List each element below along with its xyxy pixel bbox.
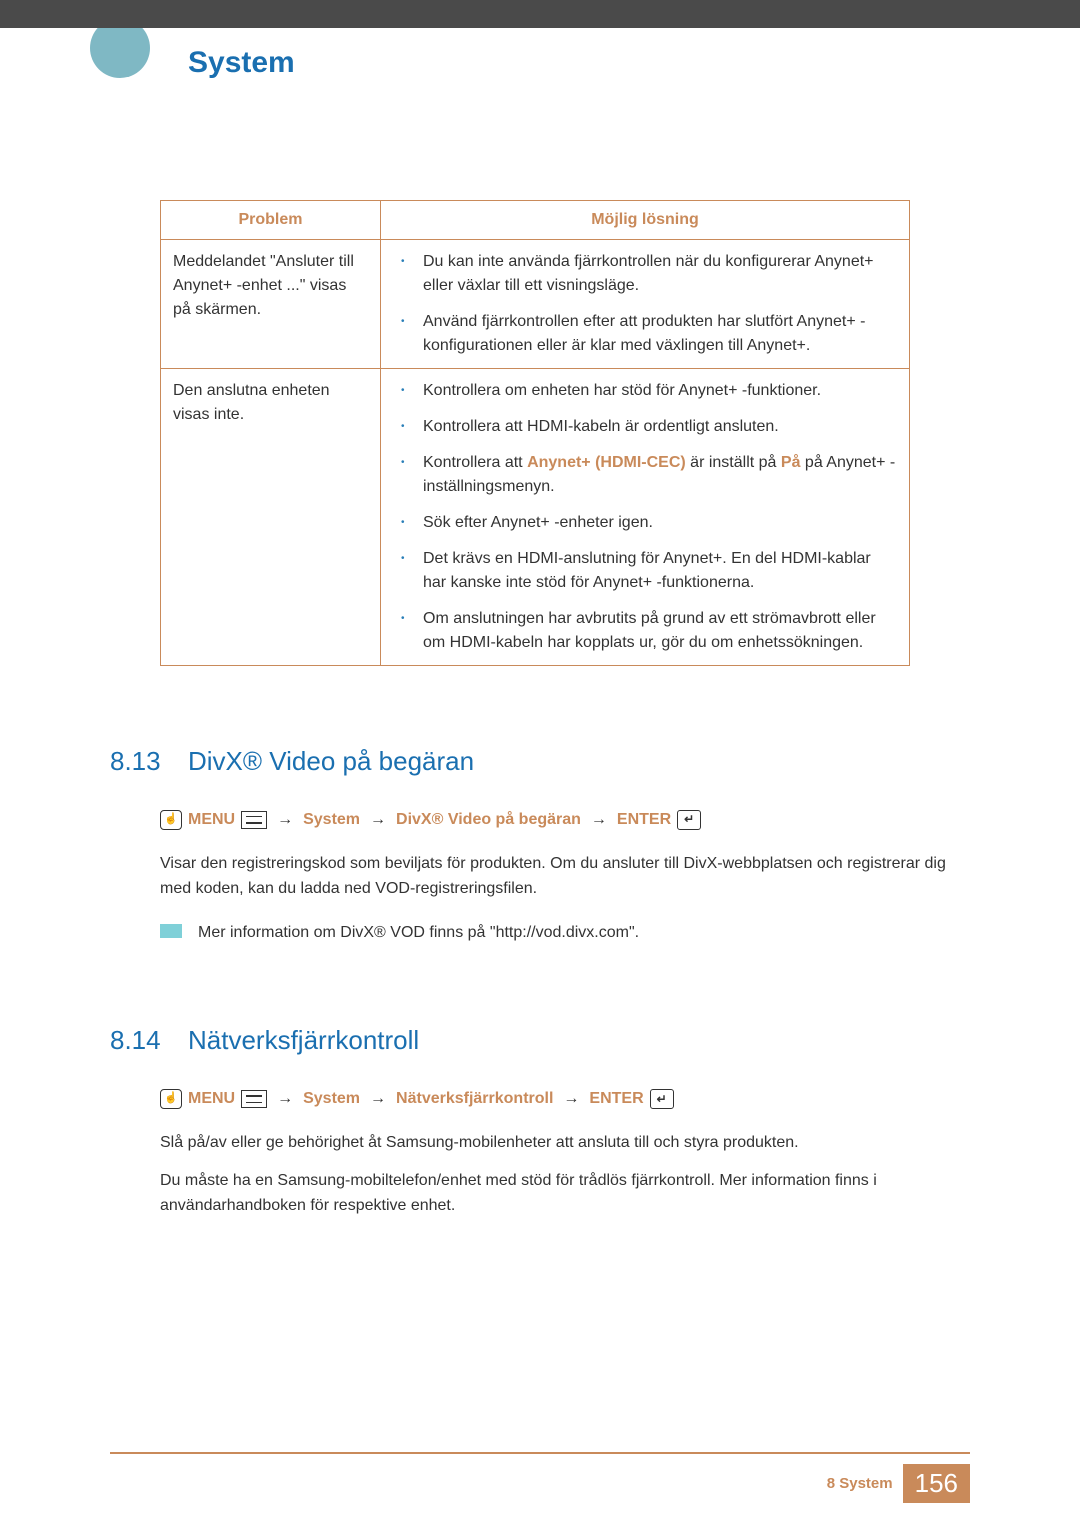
section-heading: 8.13 DivX® Video på begäran bbox=[110, 746, 970, 777]
col-header-problem: Problem bbox=[161, 201, 381, 240]
menu-path: ☝ MENU → System → Nätverksfjärrkontroll … bbox=[160, 1086, 970, 1112]
list-item: Kontrollera att HDMI-kabeln är ordentlig… bbox=[393, 415, 897, 439]
note-row: Mer information om DivX® VOD finns på "h… bbox=[160, 920, 970, 946]
paragraph: Du måste ha en Samsung-mobiltelefon/enhe… bbox=[160, 1168, 970, 1219]
page-number: 156 bbox=[903, 1464, 970, 1503]
text-fragment: Kontrollera att bbox=[423, 454, 527, 471]
remote-icon: ☝ bbox=[160, 810, 182, 830]
arrow-icon: → bbox=[591, 807, 607, 833]
section-heading: 8.14 Nätverksfjärrkontroll bbox=[110, 1025, 970, 1056]
section-title: DivX® Video på begäran bbox=[188, 746, 474, 777]
col-header-solution: Möjlig lösning bbox=[381, 201, 910, 240]
nav-menu: MENU bbox=[188, 1086, 235, 1112]
nav-item: Nätverksfjärrkontroll bbox=[396, 1086, 553, 1112]
section-number: 8.13 bbox=[110, 746, 170, 777]
nav-system: System bbox=[303, 807, 360, 833]
text-fragment: är inställt på bbox=[686, 454, 781, 471]
paragraph: Visar den registreringskod som beviljats… bbox=[160, 851, 970, 902]
list-item: Om anslutningen har avbrutits på grund a… bbox=[393, 607, 897, 655]
arrow-icon: → bbox=[370, 807, 386, 833]
solution-cell: Du kan inte använda fjärrkontrollen när … bbox=[381, 240, 910, 369]
list-item: Du kan inte använda fjärrkontrollen när … bbox=[393, 250, 897, 298]
table-header-row: Problem Möjlig lösning bbox=[161, 201, 910, 240]
arrow-icon: → bbox=[563, 1086, 579, 1112]
menu-bars-icon bbox=[241, 811, 267, 829]
list-item: Kontrollera om enheten har stöd för Anyn… bbox=[393, 379, 897, 403]
menu-bars-icon bbox=[241, 1090, 267, 1108]
nav-item: DivX® Video på begäran bbox=[396, 807, 581, 833]
problem-cell: Den anslutna enheten visas inte. bbox=[161, 369, 381, 666]
footer-divider bbox=[110, 1452, 970, 1454]
remote-icon: ☝ bbox=[160, 1089, 182, 1109]
arrow-icon: → bbox=[277, 807, 293, 833]
window-top-bar bbox=[0, 0, 1080, 28]
section-title: Nätverksfjärrkontroll bbox=[188, 1025, 419, 1056]
troubleshooting-table: Problem Möjlig lösning Meddelandet "Ansl… bbox=[160, 200, 910, 666]
menu-path: ☝ MENU → System → DivX® Video på begäran… bbox=[160, 807, 970, 833]
note-icon bbox=[160, 924, 182, 938]
list-item: Kontrollera att Anynet+ (HDMI-CEC) är in… bbox=[393, 451, 897, 499]
table-row: Meddelandet "Ansluter till Anynet+ -enhe… bbox=[161, 240, 910, 369]
page-body: Problem Möjlig lösning Meddelandet "Ansl… bbox=[0, 200, 1080, 1219]
page-footer: 8 System 156 bbox=[0, 1452, 1080, 1503]
note-text: Mer information om DivX® VOD finns på "h… bbox=[198, 920, 639, 946]
footer-chapter: 8 System bbox=[827, 1475, 893, 1492]
list-item: Använd fjärrkontrollen efter att produkt… bbox=[393, 310, 897, 358]
nav-enter: ENTER bbox=[617, 807, 671, 833]
enter-icon: ↵ bbox=[650, 1089, 674, 1109]
highlight-text: På bbox=[781, 454, 801, 471]
chapter-header: System bbox=[0, 28, 1080, 80]
section-number: 8.14 bbox=[110, 1025, 170, 1056]
list-item: Det krävs en HDMI-anslutning för Anynet+… bbox=[393, 547, 897, 595]
enter-icon: ↵ bbox=[677, 810, 701, 830]
table-row: Den anslutna enheten visas inte. Kontrol… bbox=[161, 369, 910, 666]
nav-enter: ENTER bbox=[589, 1086, 643, 1112]
paragraph: Slå på/av eller ge behörighet åt Samsung… bbox=[160, 1130, 970, 1156]
highlight-text: Anynet+ (HDMI-CEC) bbox=[527, 454, 686, 471]
solution-cell: Kontrollera om enheten har stöd för Anyn… bbox=[381, 369, 910, 666]
nav-system: System bbox=[303, 1086, 360, 1112]
list-item: Sök efter Anynet+ -enheter igen. bbox=[393, 511, 897, 535]
arrow-icon: → bbox=[277, 1086, 293, 1112]
section-content: ☝ MENU → System → Nätverksfjärrkontroll … bbox=[160, 1086, 970, 1218]
nav-menu: MENU bbox=[188, 807, 235, 833]
section-content: ☝ MENU → System → DivX® Video på begäran… bbox=[160, 807, 970, 945]
problem-cell: Meddelandet "Ansluter till Anynet+ -enhe… bbox=[161, 240, 381, 369]
arrow-icon: → bbox=[370, 1086, 386, 1112]
chapter-title: System bbox=[188, 46, 1080, 80]
